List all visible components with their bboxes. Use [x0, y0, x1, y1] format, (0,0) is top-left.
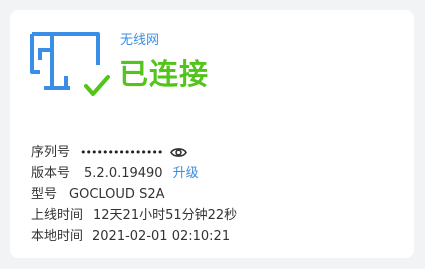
uptime-value: 12天21小时51分钟22秒 — [93, 208, 238, 223]
model-value: GOCLOUD S2A — [69, 187, 165, 202]
local-time-label: 本地时间 — [31, 229, 84, 244]
upgrade-link[interactable]: 升级 — [173, 163, 199, 184]
local-time-value: 2021-02-01 02:10:21 — [92, 229, 231, 244]
version-row: 版本号 5.2.0.19490 升级 — [31, 163, 237, 184]
uptime-row: 上线时间 12天21小时51分钟22秒 — [31, 205, 237, 226]
local-time-row: 本地时间 2021-02-01 02:10:21 — [31, 226, 237, 247]
network-name: 无线网 — [120, 33, 160, 48]
serial-value: ••••••••••••••• — [80, 146, 163, 159]
device-info-list: 序列号 ••••••••••••••• 版本号 5.2.0.19490 升级 型… — [31, 142, 237, 247]
model-label: 型号 — [31, 187, 58, 202]
connection-status: 已连接 — [119, 57, 210, 91]
device-status-card: 无线网 已连接 序列号 ••••••••••••••• 版本号 5.2.0.19… — [10, 10, 414, 258]
device-connected-icon — [30, 32, 110, 96]
eye-icon[interactable] — [170, 146, 188, 159]
version-label: 版本号 — [31, 166, 71, 181]
version-value: 5.2.0.19490 — [84, 166, 163, 181]
serial-label: 序列号 — [31, 145, 71, 160]
model-row: 型号 GOCLOUD S2A — [31, 184, 237, 205]
serial-row: 序列号 ••••••••••••••• — [31, 142, 237, 163]
uptime-label: 上线时间 — [31, 208, 84, 223]
